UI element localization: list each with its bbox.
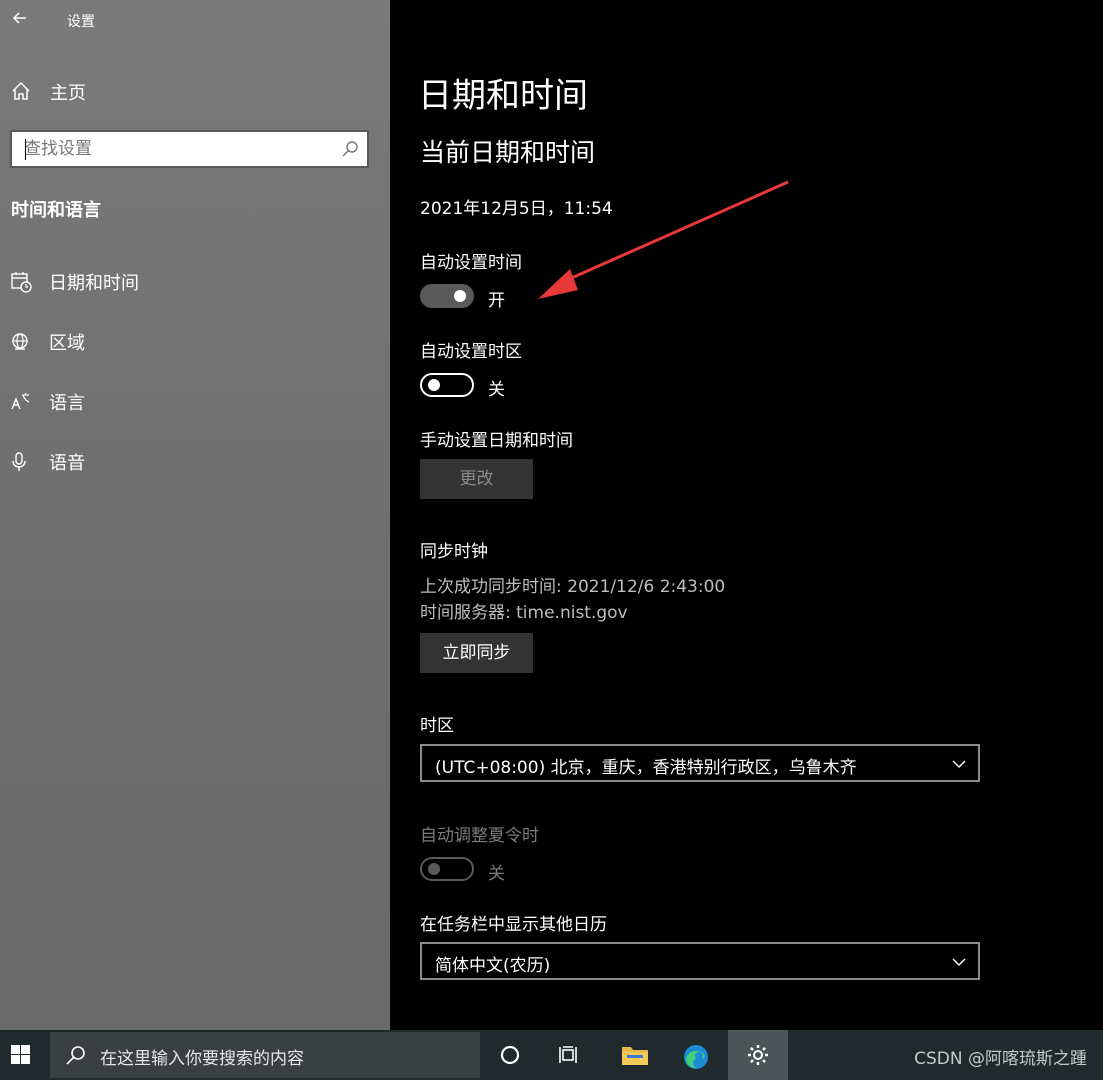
main-content: 日期和时间 当前日期和时间 2021年12月5日，11:54 自动设置时间 开 … <box>390 0 1103 1030</box>
cortana-button[interactable] <box>480 1030 540 1080</box>
sidebar-item-label: 日期和时间 <box>49 273 139 294</box>
folder-icon <box>622 1047 648 1065</box>
taskbar: 在这里输入你要搜索的内容 CSDN @阿喀琉斯之踵 <box>0 1030 1103 1080</box>
title-bar: 设置 <box>0 0 390 40</box>
sync-now-button[interactable]: 立即同步 <box>420 633 533 673</box>
taskbar-search-text: 在这里输入你要搜索的内容 <box>100 1049 304 1069</box>
sidebar-item-label: 区域 <box>49 333 85 354</box>
change-button[interactable]: 更改 <box>420 459 533 499</box>
dst-label: 自动调整夏令时 <box>420 826 539 846</box>
page-title: 日期和时间 <box>418 76 588 116</box>
app-title: 设置 <box>67 14 95 30</box>
cortana-circle-icon <box>500 1045 520 1065</box>
sidebar-item-label: 语音 <box>49 453 85 474</box>
sidebar-item-label: 语言 <box>49 393 85 414</box>
dst-toggle[interactable] <box>420 857 474 881</box>
start-button[interactable] <box>0 1030 48 1080</box>
calendar-label: 在任务栏中显示其他日历 <box>420 915 607 935</box>
chevron-down-icon <box>952 760 966 768</box>
edge-icon <box>684 1045 708 1069</box>
auto-timezone-toggle[interactable] <box>420 373 474 397</box>
home-label: 主页 <box>50 83 86 104</box>
file-explorer-button[interactable] <box>603 1030 663 1080</box>
gear-icon <box>748 1045 768 1065</box>
auto-timezone-state: 关 <box>488 380 505 400</box>
timezone-label: 时区 <box>420 716 454 736</box>
toggle-knob <box>428 863 440 875</box>
sync-clock-label: 同步时钟 <box>420 542 488 562</box>
back-button[interactable] <box>8 8 32 32</box>
section-subtitle: 当前日期和时间 <box>420 138 596 167</box>
back-arrow-icon <box>12 12 26 24</box>
dst-state: 关 <box>488 864 505 884</box>
section-title: 时间和语言 <box>11 200 101 221</box>
microphone-icon <box>12 452 26 471</box>
timezone-value: (UTC+08:00) 北京，重庆，香港特别行政区，乌鲁木齐 <box>435 758 857 778</box>
auto-timezone-label: 自动设置时区 <box>420 342 522 362</box>
sidebar-item-speech[interactable]: 语音 <box>0 441 390 481</box>
search-box[interactable] <box>10 130 369 168</box>
taskbar-search[interactable]: 在这里输入你要搜索的内容 <box>50 1032 480 1078</box>
home-icon <box>12 81 30 100</box>
manual-datetime-label: 手动设置日期和时间 <box>420 431 573 451</box>
sidebar-item-region[interactable]: 区域 <box>0 321 390 361</box>
task-view-icon <box>559 1046 577 1063</box>
time-server-text: 时间服务器: time.nist.gov <box>420 603 628 623</box>
sidebar-item-language[interactable]: 语言 <box>0 381 390 421</box>
calendar-clock-icon <box>11 272 32 293</box>
watermark-text: CSDN @阿喀琉斯之踵 <box>914 1049 1087 1069</box>
auto-time-state: 开 <box>488 291 505 311</box>
current-datetime: 2021年12月5日，11:54 <box>420 199 613 219</box>
task-view-button[interactable] <box>540 1030 600 1080</box>
sidebar: 设置 主页 时间和语言 日期和时间 区域 语言 语音 <box>0 0 390 1030</box>
text-caret <box>25 139 26 160</box>
sidebar-item-date-time[interactable]: 日期和时间 <box>0 261 390 301</box>
calendar-select[interactable]: 简体中文(农历) <box>420 942 980 980</box>
timezone-select[interactable]: (UTC+08:00) 北京，重庆，香港特别行政区，乌鲁木齐 <box>420 744 980 782</box>
auto-time-toggle[interactable] <box>420 284 474 308</box>
search-icon <box>66 1046 85 1065</box>
search-icon <box>342 141 358 157</box>
auto-time-label: 自动设置时间 <box>420 253 522 273</box>
edge-browser-button[interactable] <box>664 1030 724 1080</box>
chevron-down-icon <box>952 958 966 966</box>
last-sync-text: 上次成功同步时间: 2021/12/6 2:43:00 <box>420 577 726 597</box>
toggle-knob <box>454 290 466 302</box>
toggle-knob <box>428 379 440 391</box>
calendar-value: 简体中文(农历) <box>435 956 551 976</box>
language-icon <box>11 393 30 410</box>
windows-logo-icon <box>11 1045 30 1064</box>
settings-taskbar-button[interactable] <box>728 1030 788 1080</box>
globe-icon <box>12 333 28 350</box>
sidebar-item-home[interactable]: 主页 <box>0 72 390 110</box>
search-input[interactable] <box>24 138 324 160</box>
